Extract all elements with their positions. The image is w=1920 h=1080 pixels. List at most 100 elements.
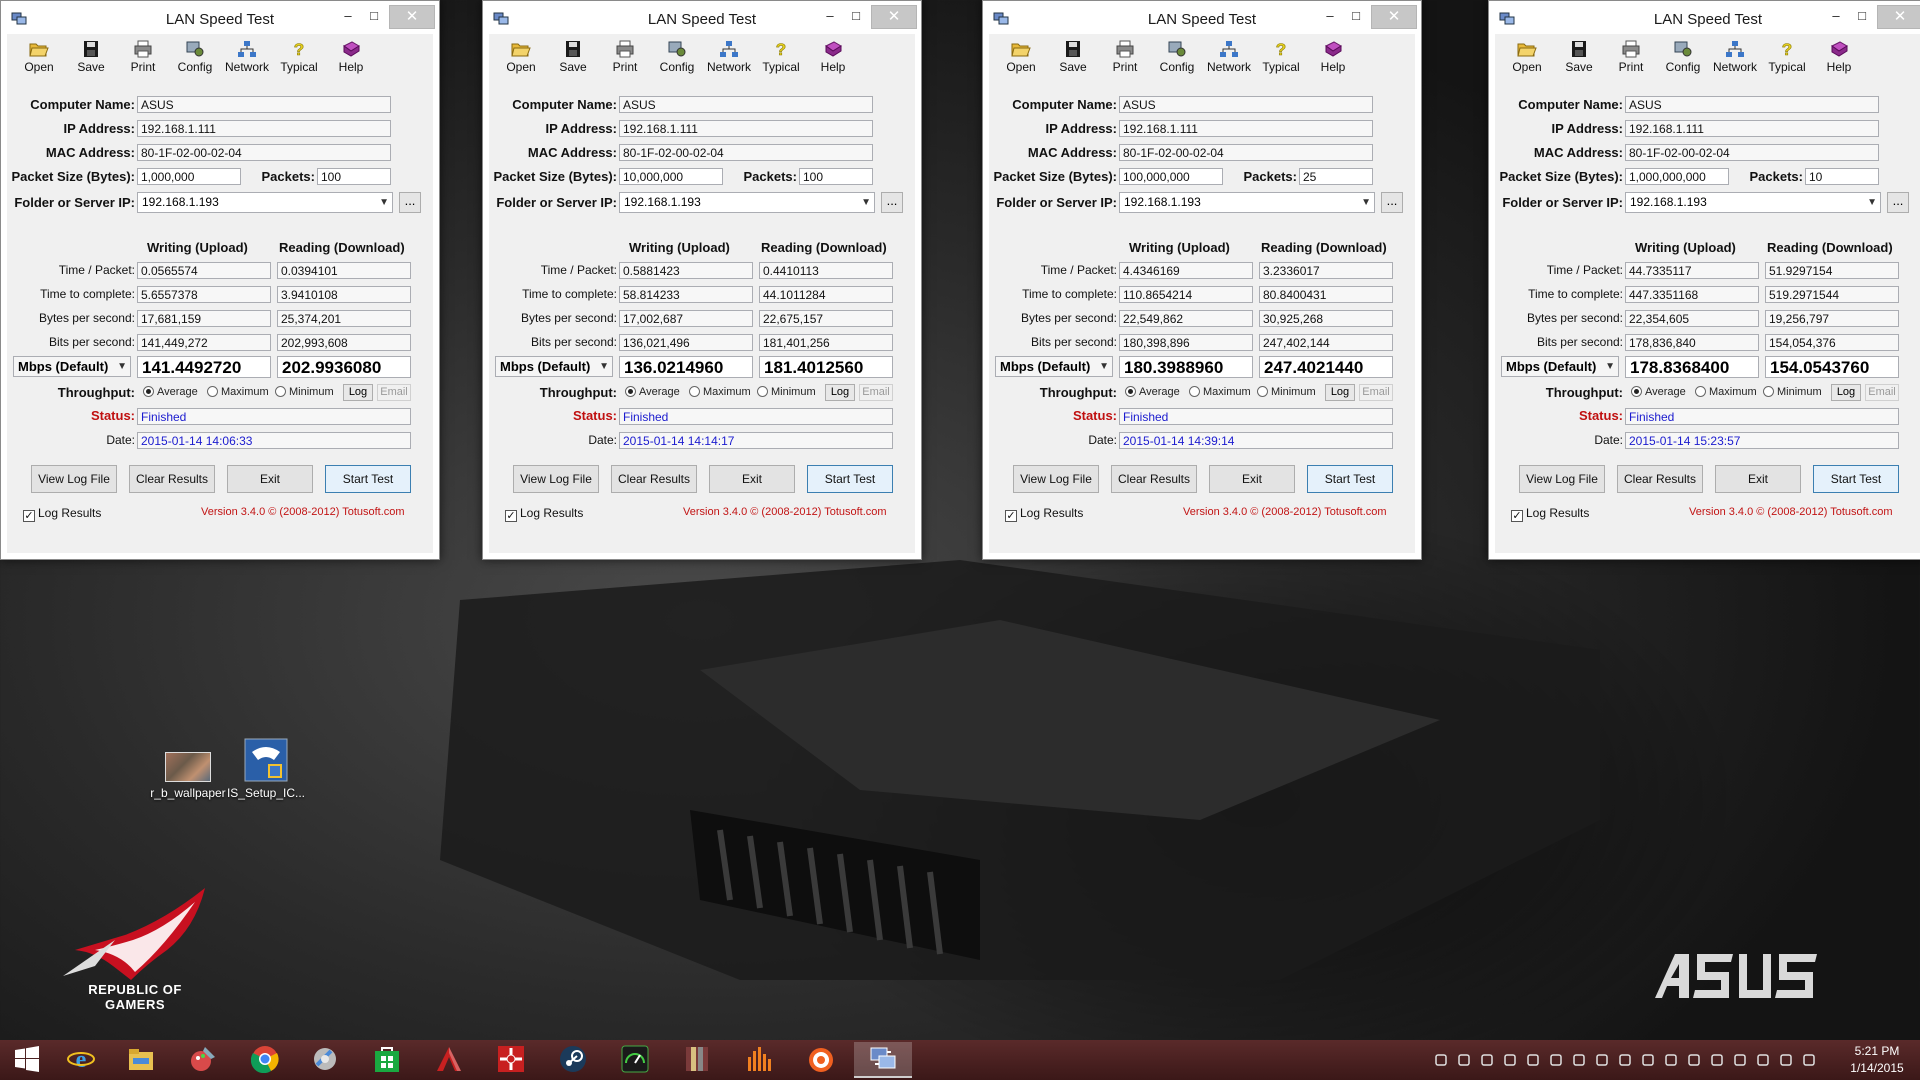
tray-flag-icon[interactable] [1733, 1052, 1747, 1068]
toolbar-typical-button[interactable]: ? Typical [755, 38, 807, 78]
toolbar-save-button[interactable]: Save [65, 38, 117, 78]
taskbar-clock[interactable]: 5:21 PM 1/14/2015 [1838, 1043, 1916, 1077]
taskbar-lan-speed-test-button[interactable] [854, 1042, 912, 1078]
packet-size-input[interactable]: 100,000,000 [1119, 168, 1223, 185]
close-button[interactable]: ✕ [1877, 5, 1920, 29]
taskbar-media-player-button[interactable] [792, 1042, 850, 1078]
toolbar-network-button[interactable]: Network [221, 38, 273, 78]
server-ip-combobox[interactable]: 192.168.1.193 ▼ [137, 192, 393, 213]
browse-button[interactable]: ... [881, 192, 903, 213]
toolbar-config-button[interactable]: Config [1657, 38, 1709, 78]
maximize-button[interactable]: □ [843, 5, 869, 27]
start-test-button[interactable]: Start Test [1813, 465, 1899, 493]
clear-results-button[interactable]: Clear Results [1111, 465, 1197, 493]
units-combobox[interactable]: Mbps (Default) ▼ [13, 356, 131, 377]
server-ip-combobox[interactable]: 192.168.1.193 ▼ [1625, 192, 1881, 213]
view-log-file-button[interactable]: View Log File [1519, 465, 1605, 493]
throughput-average-radio[interactable]: Average [1631, 386, 1686, 398]
taskbar-paint-button[interactable] [174, 1042, 232, 1078]
tray-display-icon[interactable] [1664, 1052, 1678, 1068]
toolbar-network-button[interactable]: Network [703, 38, 755, 78]
throughput-maximum-radio[interactable]: Maximum [1695, 386, 1757, 398]
exit-button[interactable]: Exit [227, 465, 313, 493]
exit-button[interactable]: Exit [1715, 465, 1801, 493]
server-ip-combobox[interactable]: 192.168.1.193 ▼ [1119, 192, 1375, 213]
toolbar-print-button[interactable]: Print [1605, 38, 1657, 78]
start-test-button[interactable]: Start Test [1307, 465, 1393, 493]
toolbar-save-button[interactable]: Save [1553, 38, 1605, 78]
throughput-average-radio[interactable]: Average [143, 386, 198, 398]
toolbar-help-button[interactable]: Help [807, 38, 859, 78]
throughput-minimum-radio[interactable]: Minimum [1763, 386, 1822, 398]
toolbar-typical-button[interactable]: ? Typical [1255, 38, 1307, 78]
clear-results-button[interactable]: Clear Results [611, 465, 697, 493]
tray-chart-icon[interactable] [1457, 1052, 1471, 1068]
packet-size-input[interactable]: 10,000,000 [619, 168, 723, 185]
toolbar-typical-button[interactable]: ? Typical [273, 38, 325, 78]
clear-results-button[interactable]: Clear Results [1617, 465, 1703, 493]
taskbar-settings-tool-button[interactable] [296, 1042, 354, 1078]
tray-volume-icon[interactable] [1802, 1052, 1816, 1068]
tray-chrome-icon[interactable] [1526, 1052, 1540, 1068]
toolbar-print-button[interactable]: Print [599, 38, 651, 78]
taskbar-store-button[interactable] [358, 1042, 416, 1078]
tray-bluetooth-icon[interactable] [1641, 1052, 1655, 1068]
view-log-file-button[interactable]: View Log File [31, 465, 117, 493]
throughput-minimum-radio[interactable]: Minimum [1257, 386, 1316, 398]
throughput-minimum-radio[interactable]: Minimum [757, 386, 816, 398]
view-log-file-button[interactable]: View Log File [513, 465, 599, 493]
toolbar-help-button[interactable]: Help [1813, 38, 1865, 78]
toolbar-print-button[interactable]: Print [117, 38, 169, 78]
throughput-maximum-radio[interactable]: Maximum [207, 386, 269, 398]
tray-globe-icon[interactable] [1618, 1052, 1632, 1068]
throughput-average-radio[interactable]: Average [625, 386, 680, 398]
packet-size-input[interactable]: 1,000,000,000 [1625, 168, 1729, 185]
close-button[interactable]: ✕ [871, 5, 917, 29]
toolbar-save-button[interactable]: Save [547, 38, 599, 78]
throughput-minimum-radio[interactable]: Minimum [275, 386, 334, 398]
view-log-file-button[interactable]: View Log File [1013, 465, 1099, 493]
packets-input[interactable]: 10 [1805, 168, 1879, 185]
maximize-button[interactable]: □ [361, 5, 387, 27]
tray-download-icon[interactable] [1434, 1052, 1448, 1068]
log-button[interactable]: Log [1831, 384, 1861, 401]
exit-button[interactable]: Exit [709, 465, 795, 493]
toolbar-network-button[interactable]: Network [1709, 38, 1761, 78]
packets-input[interactable]: 100 [799, 168, 873, 185]
taskbar-steam-button[interactable] [544, 1042, 602, 1078]
browse-button[interactable]: ... [399, 192, 421, 213]
exit-button[interactable]: Exit [1209, 465, 1295, 493]
tray-signal-icon[interactable] [1779, 1052, 1793, 1068]
toolbar-open-button[interactable]: Open [495, 38, 547, 78]
tray-app-icon[interactable] [1480, 1052, 1494, 1068]
minimize-button[interactable]: – [1823, 5, 1849, 27]
units-combobox[interactable]: Mbps (Default) ▼ [495, 356, 613, 377]
toolbar-network-button[interactable]: Network [1203, 38, 1255, 78]
toolbar-config-button[interactable]: Config [1151, 38, 1203, 78]
desktop-icon-wallpaper[interactable]: r_b_wallpaper [148, 742, 228, 800]
minimize-button[interactable]: – [1317, 5, 1343, 27]
tray-cloud-icon[interactable] [1503, 1052, 1517, 1068]
throughput-maximum-radio[interactable]: Maximum [1189, 386, 1251, 398]
maximize-button[interactable]: □ [1343, 5, 1369, 27]
taskbar-audio-equalizer-button[interactable] [730, 1042, 788, 1078]
start-test-button[interactable]: Start Test [807, 465, 893, 493]
desktop-icon-installer[interactable]: IS_Setup_IC... [226, 738, 306, 800]
browse-button[interactable]: ... [1887, 192, 1909, 213]
taskbar-file-explorer-button[interactable] [112, 1042, 170, 1078]
log-button[interactable]: Log [343, 384, 373, 401]
packets-input[interactable]: 25 [1299, 168, 1373, 185]
units-combobox[interactable]: Mbps (Default) ▼ [995, 356, 1113, 377]
toolbar-open-button[interactable]: Open [995, 38, 1047, 78]
toolbar-open-button[interactable]: Open [1501, 38, 1553, 78]
taskbar-speedometer-app-button[interactable] [606, 1042, 664, 1078]
minimize-button[interactable]: – [817, 5, 843, 27]
start-test-button[interactable]: Start Test [325, 465, 411, 493]
minimize-button[interactable]: – [335, 5, 361, 27]
taskbar-chrome-button[interactable] [236, 1042, 294, 1078]
toolbar-config-button[interactable]: Config [169, 38, 221, 78]
tray-flame-icon[interactable] [1549, 1052, 1563, 1068]
throughput-maximum-radio[interactable]: Maximum [689, 386, 751, 398]
packet-size-input[interactable]: 1,000,000 [137, 168, 241, 185]
log-results-checkbox[interactable]: ✓ Log Results [505, 506, 583, 522]
